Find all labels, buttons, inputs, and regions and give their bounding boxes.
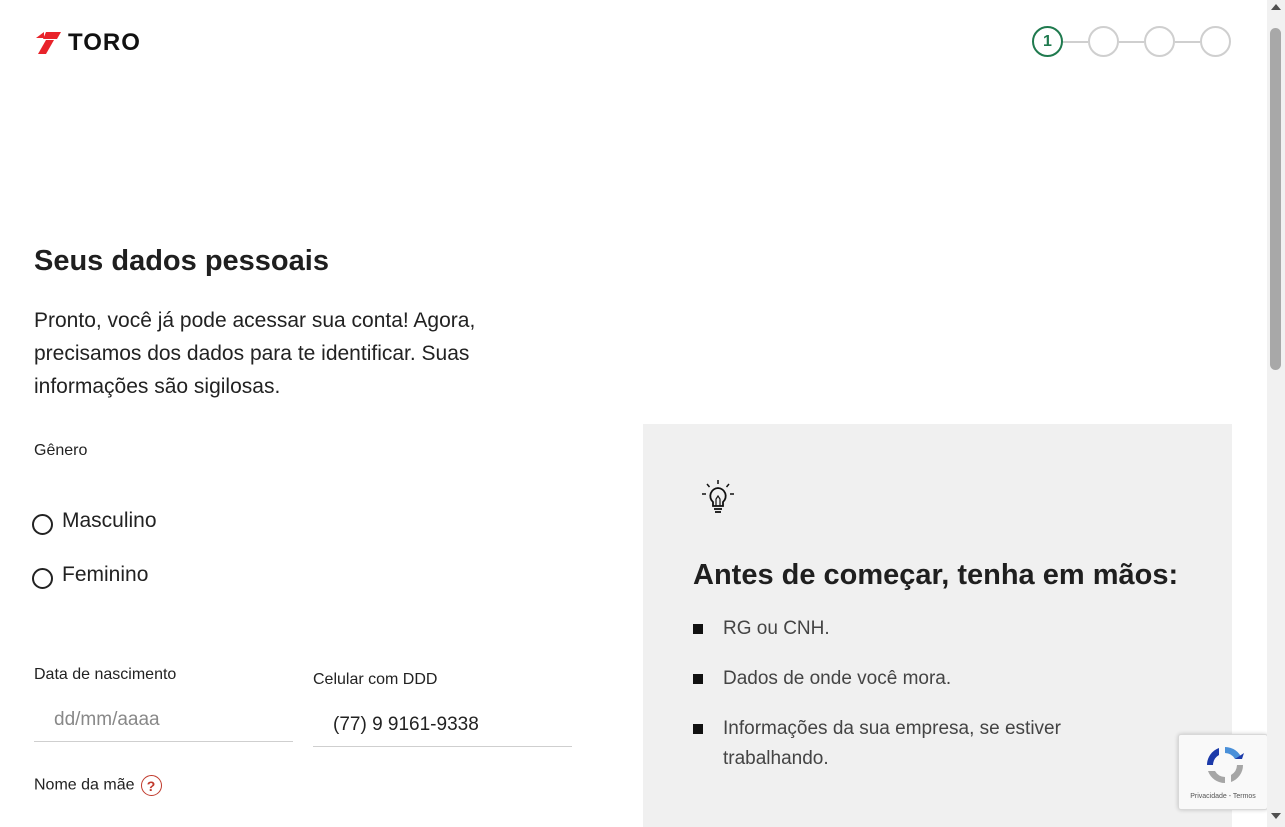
scrollbar[interactable] (1267, 0, 1285, 827)
step-connector (1119, 40, 1144, 43)
lightbulb-icon (702, 480, 734, 513)
birth-date-field[interactable] (34, 698, 293, 742)
square-bullet-icon (693, 624, 703, 634)
gender-label: Gênero (34, 442, 88, 459)
square-bullet-icon (693, 674, 703, 684)
radio-label-masculino: Masculino (62, 509, 157, 532)
tips-panel: Antes de começar, tenha em mãos: RG ou C… (643, 424, 1232, 827)
phone-label: Celular com DDD (313, 671, 438, 688)
step-2 (1088, 26, 1119, 57)
step-4 (1200, 26, 1231, 57)
phone-field[interactable] (313, 703, 572, 747)
step-connector (1063, 40, 1088, 43)
tip-text: RG ou CNH. (723, 618, 830, 639)
birth-date-input[interactable] (54, 708, 293, 731)
radio-circle[interactable] (32, 514, 53, 535)
phone-input[interactable] (333, 713, 572, 736)
tip-item: Dados de onde você mora. (693, 664, 1123, 694)
recaptcha-footer[interactable]: Privacidade - Termos (1179, 793, 1267, 800)
tip-text: Informações da sua empresa, se estiver t… (723, 718, 1061, 769)
step-connector (1175, 40, 1200, 43)
birth-date-label: Data de nascimento (34, 666, 177, 683)
radio-label-feminino: Feminino (62, 563, 149, 586)
tip-item: Informações da sua empresa, se estiver t… (693, 714, 1123, 774)
gender-radio-feminino[interactable]: Feminino (32, 561, 148, 589)
scroll-up-arrow-icon[interactable] (1271, 4, 1281, 10)
radio-circle[interactable] (32, 568, 53, 589)
tip-item: RG ou CNH. (693, 614, 1123, 644)
gender-radio-masculino[interactable]: Masculino (32, 507, 157, 535)
step-1: 1 (1032, 26, 1063, 57)
tips-title: Antes de começar, tenha em mãos: (693, 559, 1179, 591)
mother-name-label: Nome da mãe? (34, 775, 162, 796)
recaptcha-badge[interactable]: Privacidade - Termos (1178, 734, 1268, 810)
tips-list: RG ou CNH. Dados de onde você mora. Info… (693, 614, 1123, 794)
scroll-down-arrow-icon[interactable] (1271, 813, 1281, 819)
scroll-thumb[interactable] (1270, 28, 1281, 370)
toro-logo-icon (36, 32, 61, 54)
logo-text: TORO (68, 29, 141, 56)
tip-text: Dados de onde você mora. (723, 668, 952, 689)
help-icon[interactable]: ? (140, 775, 162, 796)
square-bullet-icon (693, 724, 703, 734)
mother-name-label-text: Nome da mãe (34, 776, 135, 794)
toro-logo[interactable]: TORO (34, 29, 141, 57)
recaptcha-icon (1207, 747, 1244, 783)
intro-text: Pronto, você já pode acessar sua conta! … (34, 309, 476, 398)
progress-stepper: 1 (1032, 26, 1231, 57)
step-3 (1144, 26, 1175, 57)
page-title: Seus dados pessoais (34, 245, 329, 277)
